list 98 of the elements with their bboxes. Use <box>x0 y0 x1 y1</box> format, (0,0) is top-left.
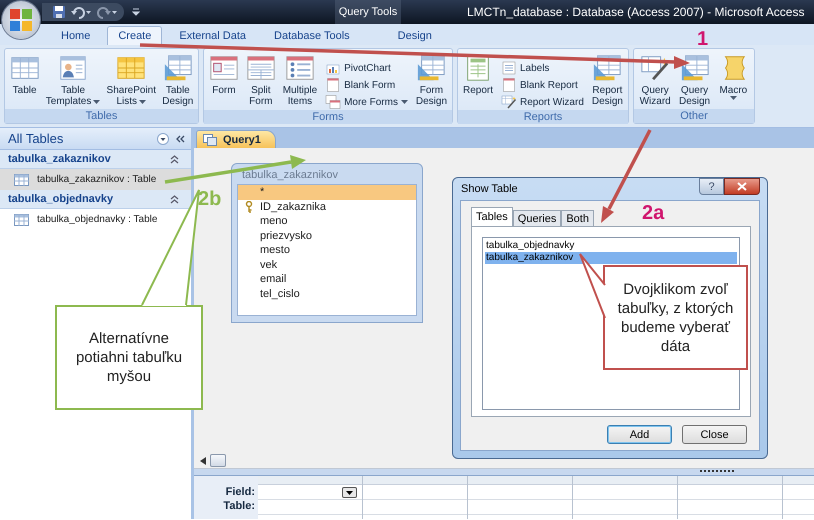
dialog-button[interactable]: Add <box>607 425 672 444</box>
group-label: Forms <box>204 110 452 124</box>
ribbon-button[interactable]: Report Design <box>590 52 624 108</box>
dialog-button[interactable]: Close <box>682 425 747 444</box>
ribbon-button[interactable]: Split Form <box>244 52 277 108</box>
dropdown-button[interactable] <box>342 487 357 498</box>
table-ruler-icon <box>592 53 622 83</box>
ribbon-button[interactable]: Labels <box>498 60 586 76</box>
ribbon-button[interactable]: Form <box>208 52 240 97</box>
field-item[interactable]: tel_cislo <box>238 286 416 301</box>
group-label: Tables <box>5 109 198 123</box>
field-item[interactable]: vek <box>238 258 416 272</box>
scrollbar-thumb[interactable] <box>210 454 226 467</box>
table-ruler-icon <box>416 53 446 83</box>
contextual-tab-label: Query Tools <box>335 0 401 24</box>
ribbon-button[interactable]: Query Design <box>678 52 712 108</box>
chevron-icon[interactable] <box>170 194 179 204</box>
ribbon-button[interactable]: Report Wizard <box>498 94 586 110</box>
field-item[interactable]: ID_zakaznika <box>238 200 416 214</box>
ribbon-button[interactable]: Table Design <box>161 52 194 108</box>
ribbon-tab[interactable]: External Data <box>168 26 258 45</box>
group-title: tabulka_zakaznikov <box>8 153 111 165</box>
window-title: LMCTn_database : Database (Access 2007) - Microsoft Access <box>467 5 804 19</box>
step-number: 1 <box>697 28 708 50</box>
ribbon-button[interactable]: SharePoint Lists <box>106 52 158 108</box>
caret-icon <box>346 490 353 494</box>
dialog-title: Show Table <box>460 183 518 195</box>
field-list-window[interactable]: tabulka_zakaznikov * ID_zakaznika meno priezvysko mesto vek email tel_cislo <box>231 163 423 323</box>
ribbon-button[interactable]: More Forms <box>323 94 410 110</box>
close-button[interactable] <box>724 178 760 195</box>
field-item[interactable]: meno <box>238 214 416 228</box>
column-selector[interactable] <box>573 476 677 485</box>
query-icon <box>203 134 217 146</box>
navigation-group-header[interactable]: tabulka_objednavky <box>0 190 191 209</box>
ribbon-button[interactable]: Table Templates <box>44 52 102 108</box>
ribbon-button[interactable]: Form Design <box>414 52 448 108</box>
ribbon-button[interactable]: Query Wizard <box>638 52 672 108</box>
ribbon-button[interactable]: Report <box>462 52 494 97</box>
field-item[interactable]: mesto <box>238 243 416 258</box>
ribbon-button[interactable]: PivotChart <box>323 60 410 76</box>
row-label: Table: <box>222 500 256 514</box>
scroll-left-icon[interactable] <box>200 456 206 464</box>
step-number: 2a <box>642 202 664 224</box>
navigation-title: All Tables <box>8 131 64 146</box>
caret-icon <box>400 100 408 104</box>
table-icon <box>14 214 29 226</box>
group-title: tabulka_objednavky <box>8 193 114 205</box>
dialog-tab[interactable]: Both <box>561 210 594 226</box>
ribbon-tab[interactable]: Home <box>50 26 102 45</box>
dialog-tab[interactable]: Tables <box>471 207 513 226</box>
ribbon-tab[interactable]: Design <box>380 26 449 45</box>
caret-icon <box>139 100 146 104</box>
navigation-header[interactable]: All Tables <box>0 128 191 150</box>
navigation-item[interactable]: tabulka_zakaznikov : Table <box>0 169 191 190</box>
redo-icon[interactable] <box>96 5 118 19</box>
key-icon <box>245 200 253 213</box>
list-item[interactable]: tabulka_objednavky <box>485 240 737 252</box>
blank-page-icon <box>500 77 517 93</box>
dropdown-icon[interactable] <box>157 132 169 144</box>
ribbon-button[interactable]: Multiple Items <box>282 52 318 108</box>
ribbon-button[interactable]: Macro <box>717 52 750 101</box>
customize-icon[interactable] <box>132 7 140 17</box>
field-item[interactable]: priezvysko <box>238 228 416 243</box>
document-tab[interactable]: Query1 <box>196 130 276 148</box>
office-logo-icon <box>8 7 34 33</box>
blank-page-icon <box>325 77 342 93</box>
dialog-tab[interactable]: Queries <box>512 210 562 226</box>
table-ruler-icon <box>162 53 193 83</box>
chevron-icon[interactable] <box>170 154 179 164</box>
help-button[interactable]: ? <box>699 178 724 195</box>
row-label: Field: <box>224 486 256 500</box>
column-selector[interactable] <box>468 476 572 485</box>
group-label: Other <box>634 109 754 123</box>
ribbon-button[interactable]: Blank Form <box>323 77 410 93</box>
grid-cell[interactable] <box>258 485 362 500</box>
field-item[interactable]: email <box>238 272 416 286</box>
list-item[interactable]: tabulka_zakaznikov <box>485 252 737 264</box>
field-list-title: tabulka_zakaznikov <box>241 168 340 183</box>
ribbon-button[interactable]: Table <box>8 52 41 97</box>
step-number: 2b <box>198 188 222 210</box>
stacked-forms-icon <box>325 94 342 110</box>
caret-icon <box>730 96 737 100</box>
wand-icon <box>500 94 517 110</box>
ribbon-tab[interactable]: Database Tools <box>263 26 361 45</box>
ribbon-tab[interactable]: Create <box>107 26 162 45</box>
table-icon <box>14 174 29 186</box>
undo-icon[interactable] <box>70 5 92 19</box>
collapse-pane-icon[interactable] <box>175 134 185 144</box>
close-icon <box>737 182 747 191</box>
caret-icon <box>93 100 100 104</box>
save-icon[interactable] <box>52 5 66 19</box>
ribbon-button[interactable]: Blank Report <box>498 77 586 93</box>
group-label: Reports <box>458 110 628 124</box>
field-item[interactable]: * <box>238 185 416 200</box>
table-ruler-icon <box>680 53 710 83</box>
splitter-grip[interactable] <box>700 470 734 474</box>
label-icon <box>500 60 517 76</box>
navigation-group-header[interactable]: tabulka_zakaznikov <box>0 150 191 169</box>
